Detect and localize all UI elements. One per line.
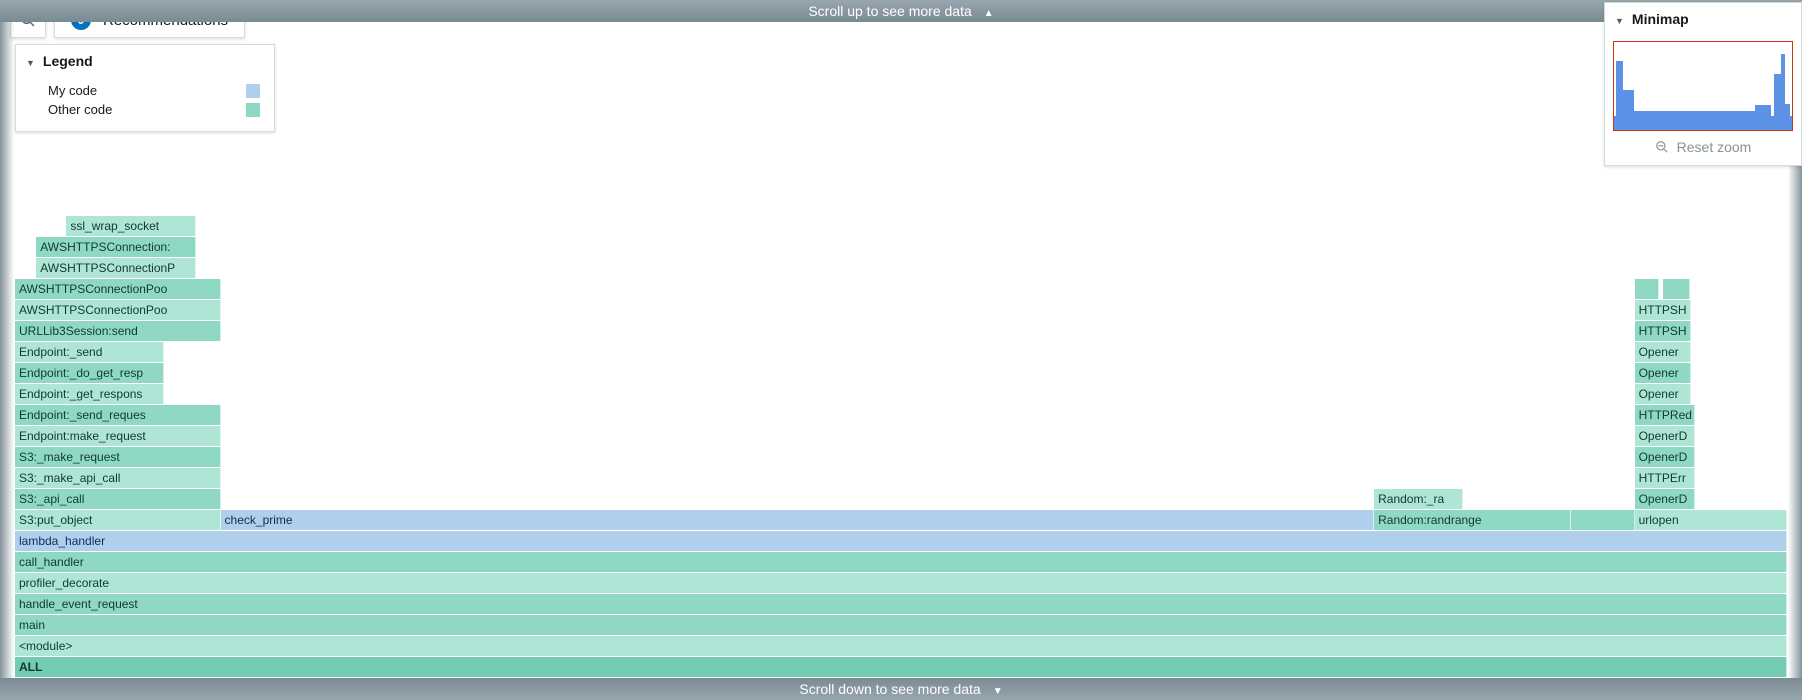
scroll-up-text: Scroll up to see more data xyxy=(808,3,971,19)
flame-cell[interactable]: OpenerD xyxy=(1635,447,1695,467)
flame-cell[interactable]: ssl_wrap_socket xyxy=(66,216,195,236)
flame-cell[interactable]: Random:randrange xyxy=(1374,510,1571,530)
flame-cell[interactable]: S3:_make_api_call xyxy=(15,468,221,488)
flame-cell[interactable]: Opener xyxy=(1635,363,1692,383)
flame-cell[interactable]: HTTPSH xyxy=(1635,300,1692,320)
flame-graph[interactable]: ALL<module>mainhandle_event_requestprofi… xyxy=(15,216,1787,678)
flame-cell[interactable]: AWSHTTPSConnectionPoo xyxy=(15,279,221,299)
flame-cell[interactable]: Endpoint:_get_respons xyxy=(15,384,164,404)
scroll-up-banner[interactable]: Scroll up to see more data xyxy=(0,0,1802,22)
flame-cell[interactable]: AWSHTTPSConnection: xyxy=(36,237,195,257)
flame-cell[interactable]: AWSHTTPSConnectionP xyxy=(36,258,195,278)
flame-cell[interactable]: Endpoint:make_request xyxy=(15,426,221,446)
flame-cell[interactable]: main xyxy=(15,615,1787,635)
flame-cell[interactable]: OpenerD xyxy=(1635,426,1695,446)
flame-cell[interactable]: Endpoint:_send xyxy=(15,342,164,362)
flame-cell[interactable]: check_prime xyxy=(221,510,1375,530)
flame-cell[interactable]: AWSHTTPSConnectionPoo xyxy=(15,300,221,320)
minimap-panel: Minimap Reset zoom xyxy=(1604,2,1802,166)
flame-cell[interactable]: Opener xyxy=(1635,384,1692,404)
flame-cell[interactable]: call_handler xyxy=(15,552,1787,572)
flame-cell[interactable]: S3:_api_call xyxy=(15,489,221,509)
arrow-up-icon xyxy=(984,3,994,19)
flame-cell[interactable]: OpenerD xyxy=(1635,489,1695,509)
minimap-title: Minimap xyxy=(1632,11,1689,27)
scroll-down-banner[interactable]: Scroll down to see more data xyxy=(0,678,1802,700)
flame-cell[interactable] xyxy=(1635,279,1660,299)
flame-cell[interactable]: Random:_ra xyxy=(1374,489,1463,509)
flame-cell[interactable]: Endpoint:_do_get_resp xyxy=(15,363,164,383)
flame-cell[interactable]: urlopen xyxy=(1635,510,1787,530)
flame-cell[interactable]: Opener xyxy=(1635,342,1692,362)
flame-cell[interactable]: S3:_make_request xyxy=(15,447,221,467)
minimap-toggle[interactable]: Minimap xyxy=(1605,3,1801,35)
flame-cell[interactable] xyxy=(1571,510,1635,530)
scroll-down-text: Scroll down to see more data xyxy=(799,681,980,697)
flame-cell[interactable]: HTTPErr xyxy=(1635,468,1695,488)
flame-cell[interactable]: HTTPRed xyxy=(1635,405,1695,425)
caret-down-icon xyxy=(1615,11,1626,27)
flame-cell[interactable]: handle_event_request xyxy=(15,594,1787,614)
reset-zoom-button[interactable]: Reset zoom xyxy=(1613,131,1793,155)
flame-cell[interactable]: lambda_handler xyxy=(15,531,1787,551)
flame-cell[interactable] xyxy=(1663,279,1690,299)
reset-zoom-label: Reset zoom xyxy=(1677,139,1752,155)
flame-cell[interactable]: Endpoint:_send_reques xyxy=(15,405,221,425)
minimap-canvas[interactable] xyxy=(1613,41,1793,131)
flame-cell[interactable]: ALL xyxy=(15,657,1787,677)
flame-cell[interactable]: URLLib3Session:send xyxy=(15,321,221,341)
flame-cell[interactable]: profiler_decorate xyxy=(15,573,1787,593)
arrow-down-icon xyxy=(993,681,1003,697)
flame-cell[interactable]: HTTPSH xyxy=(1635,321,1692,341)
flame-cell[interactable]: S3:put_object xyxy=(15,510,221,530)
flame-cell[interactable]: <module> xyxy=(15,636,1787,656)
zoom-out-icon xyxy=(1655,140,1669,154)
